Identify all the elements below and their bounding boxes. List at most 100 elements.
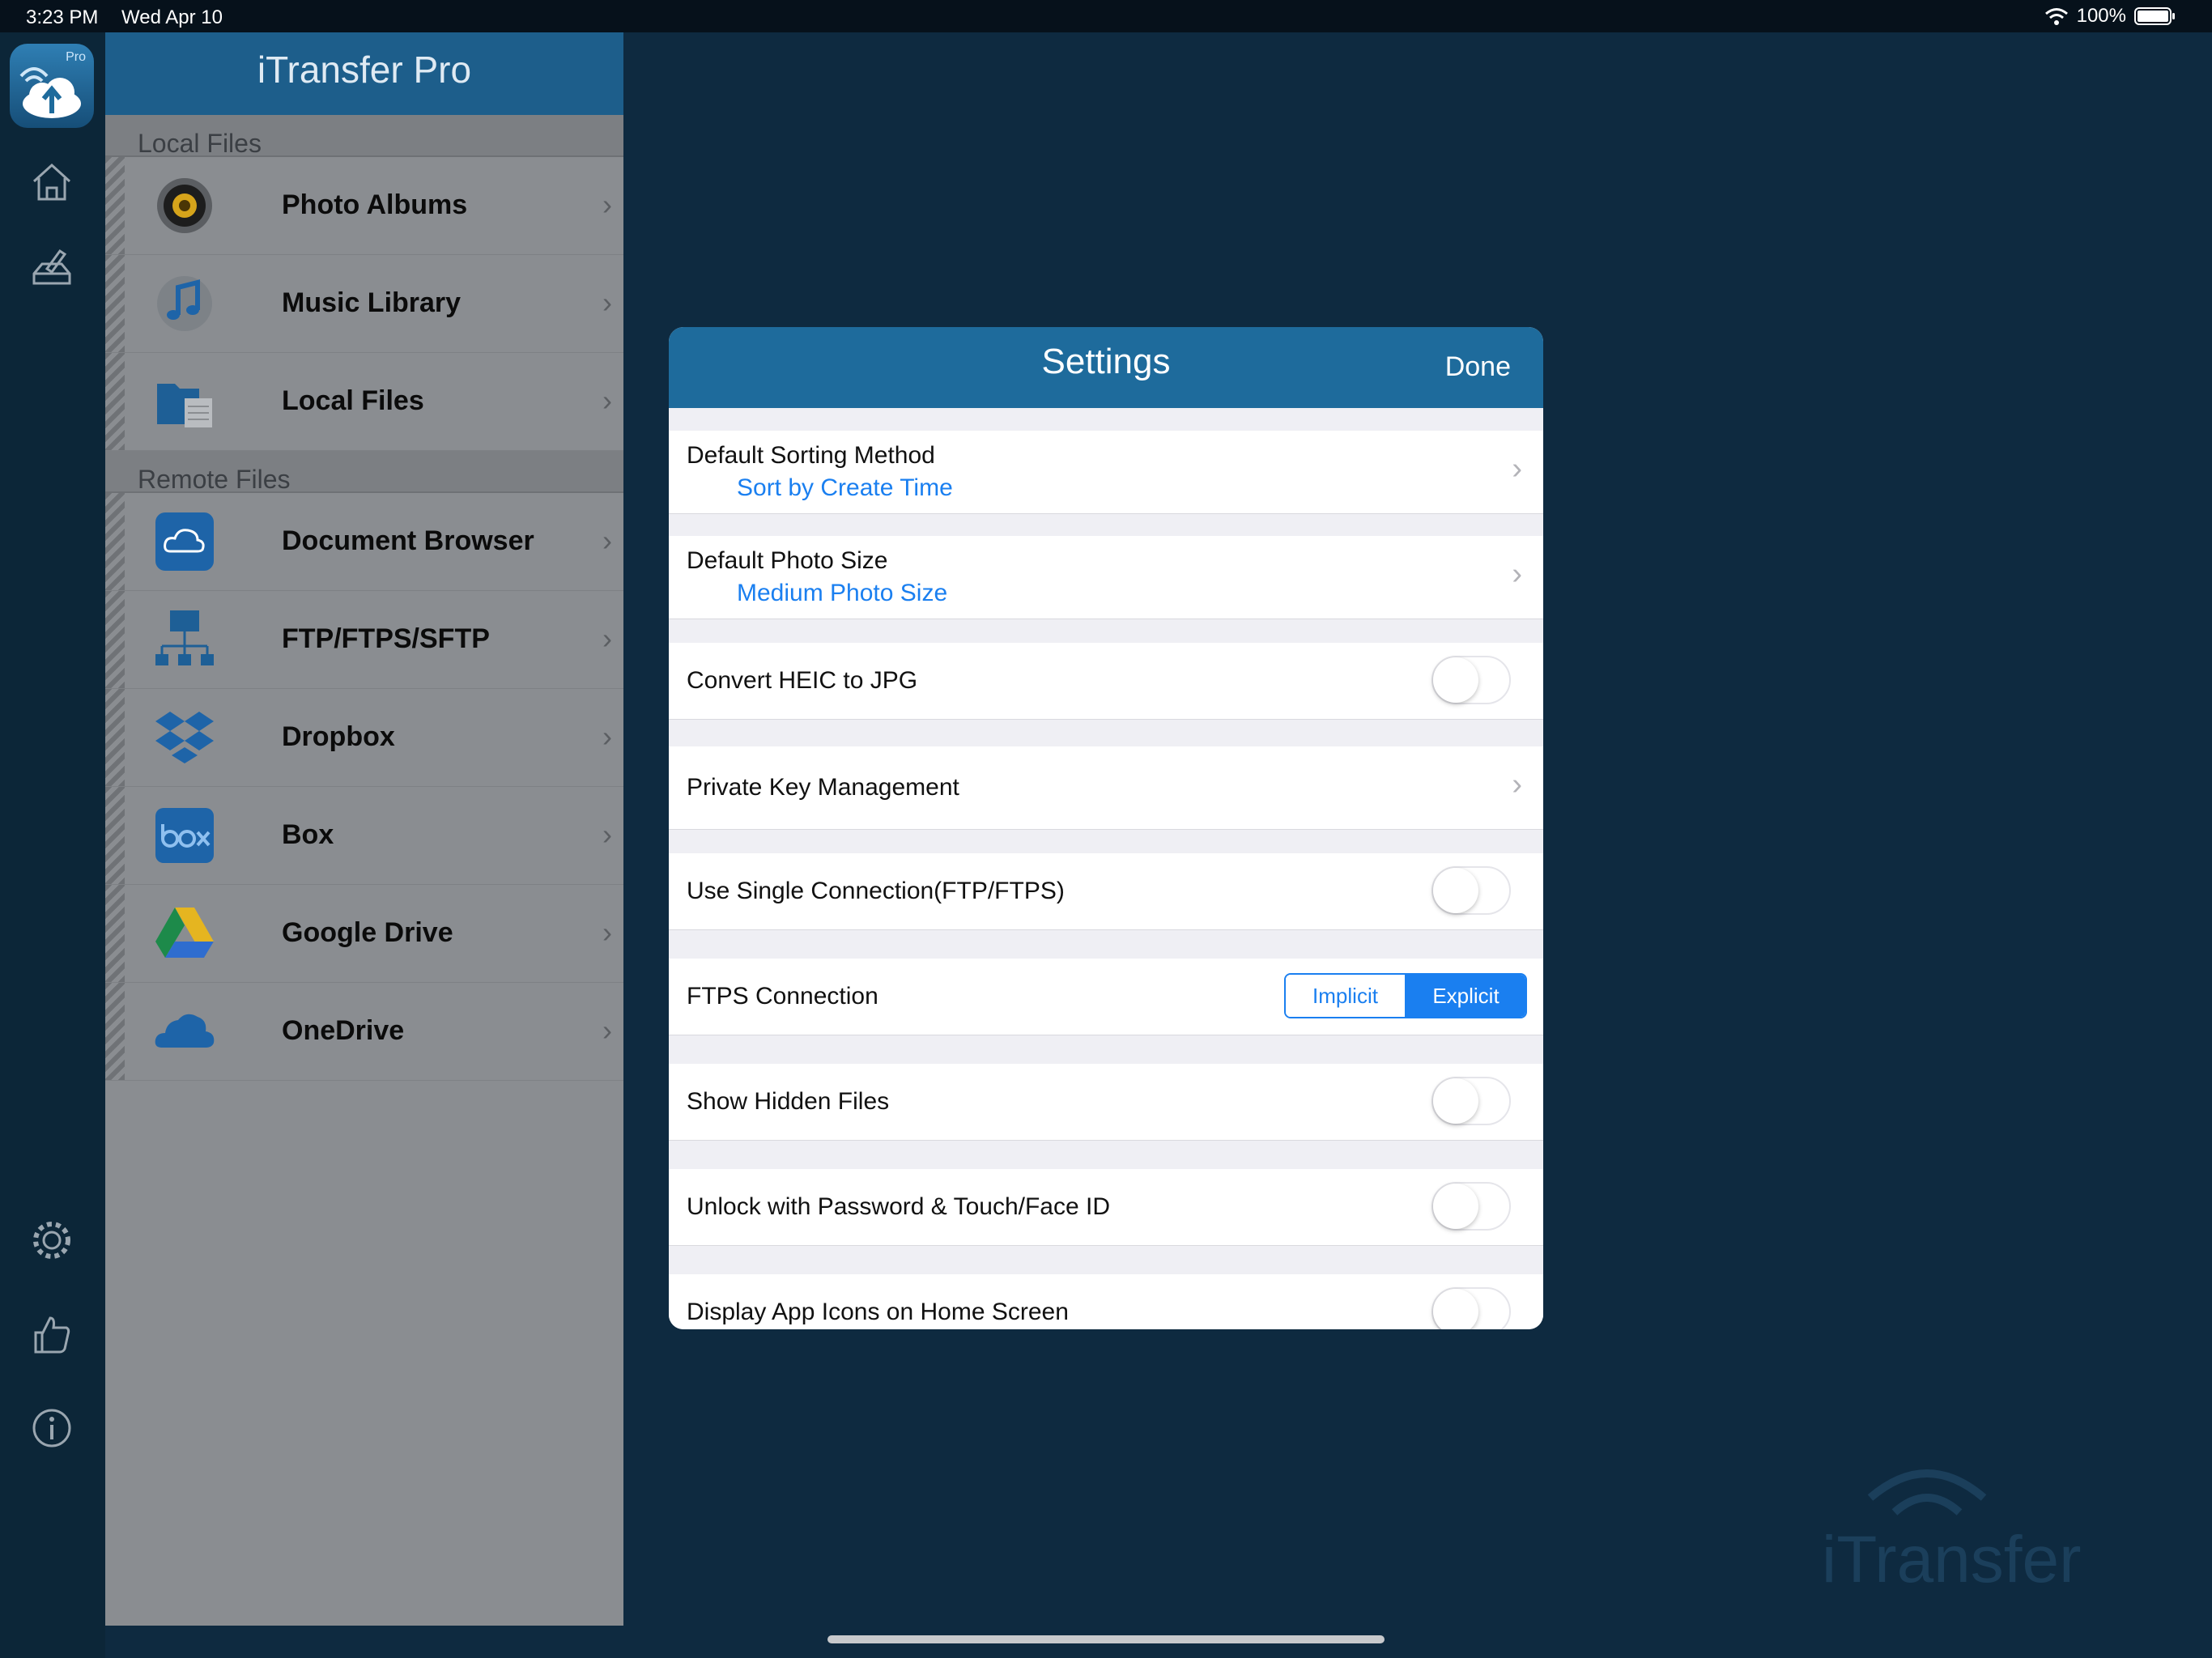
row-stripe [105,983,125,1080]
wifi-watermark-icon [1867,1469,1987,1516]
remote-files-header: Remote Files [105,451,623,494]
sidebar-item-label: Dropbox [282,721,395,752]
sidebar: iTransfer Pro Local Files Photo Albums ›… [105,32,623,1626]
sidebar-item-ftp[interactable]: FTP/FTPS/SFTP › [105,591,623,689]
thumbs-up-icon[interactable] [29,1312,74,1357]
battery-percent: 100% [2076,5,2126,27]
row-label: Default Sorting Method [687,442,935,469]
row-label: Private Key Management [687,774,959,801]
row-label: Show Hidden Files [687,1088,890,1115]
onedrive-icon [155,1014,215,1048]
settings-title: Settings [1041,342,1171,381]
settings-header: Settings Done [669,327,1543,408]
settings-modal: Settings Done Default Sorting Method Sor… [669,327,1543,1329]
document-browser-icon [155,512,214,571]
row-stripe [105,591,125,688]
home-indicator[interactable] [827,1635,1385,1643]
chevron-right-icon: › [602,622,612,655]
segment-implicit[interactable]: Implicit [1286,975,1406,1017]
row-stripe [105,255,125,352]
battery-icon [2134,7,2175,25]
status-bar: 3:23 PM Wed Apr 10 100% [0,0,2212,32]
sidebar-item-local-files[interactable]: Local Files › [105,353,623,451]
row-stripe [105,157,125,254]
row-private-key[interactable]: Private Key Management › [669,746,1543,830]
status-right: 100% [2044,5,2175,28]
watermark-text: iTransfer [1822,1523,2082,1596]
single-connection-toggle[interactable] [1431,866,1511,915]
music-library-icon [157,276,212,331]
chevron-right-icon: › [602,1014,612,1047]
row-default-sorting[interactable]: Default Sorting Method Sort by Create Ti… [669,431,1543,514]
chevron-right-icon: › [1512,767,1522,801]
chevron-right-icon: › [1512,452,1522,486]
row-value: Medium Photo Size [737,580,948,606]
row-default-photo-size[interactable]: Default Photo Size Medium Photo Size › [669,536,1543,619]
sidebar-item-label: Document Browser [282,525,534,556]
row-label: Convert HEIC to JPG [687,667,918,694]
app-logo[interactable]: Pro [10,44,94,128]
hidden-files-toggle[interactable] [1431,1077,1511,1125]
row-label: Unlock with Password & Touch/Face ID [687,1193,1110,1220]
sidebar-item-photo-albums[interactable]: Photo Albums › [105,157,623,255]
chevron-right-icon: › [602,384,612,417]
row-unlock-password: Unlock with Password & Touch/Face ID [669,1169,1543,1246]
sidebar-title: iTransfer Pro [105,32,623,115]
local-files-icon [157,384,212,427]
sidebar-item-label: Box [282,819,334,850]
sidebar-item-label: FTP/FTPS/SFTP [282,623,490,654]
row-value: Sort by Create Time [737,474,953,501]
status-time: 3:23 PM [26,6,99,28]
sidebar-item-document-browser[interactable]: Document Browser › [105,493,623,591]
row-stripe [105,689,125,786]
photo-albums-icon [157,178,212,233]
sidebar-item-dropbox[interactable]: Dropbox › [105,689,623,787]
segment-explicit[interactable]: Explicit [1406,975,1525,1017]
sidebar-item-label: Music Library [282,287,462,318]
edit-drive-icon[interactable] [29,243,74,288]
sidebar-item-label: Local Files [282,385,424,416]
left-rail: Pro [0,32,105,1658]
sidebar-item-onedrive[interactable]: OneDrive › [105,983,623,1081]
cloud-upload-icon [19,67,81,118]
chevron-right-icon: › [602,188,612,221]
row-label: Use Single Connection(FTP/FTPS) [687,878,1065,904]
home-icon[interactable] [29,159,74,204]
sidebar-item-music-library[interactable]: Music Library › [105,255,623,353]
row-stripe [105,493,125,590]
row-convert-heic: Convert HEIC to JPG [669,643,1543,720]
chevron-right-icon: › [602,286,612,319]
sidebar-item-google-drive[interactable]: Google Drive › [105,885,623,983]
watermark: iTransfer [1822,1449,2081,1598]
chevron-right-icon: › [602,916,612,949]
sidebar-item-label: OneDrive [282,1015,405,1046]
row-show-hidden-files: Show Hidden Files [669,1064,1543,1141]
done-button[interactable]: Done [1445,351,1511,383]
chevron-right-icon: › [602,524,612,557]
google-drive-icon [155,908,214,958]
chevron-right-icon: › [1512,557,1522,591]
unlock-toggle[interactable] [1431,1182,1511,1231]
heic-toggle[interactable] [1431,656,1511,704]
row-label: Default Photo Size [687,547,888,574]
row-ftps-connection: FTPS Connection Implicit Explicit [669,959,1543,1035]
row-label: FTPS Connection [687,983,878,1010]
sidebar-item-box[interactable]: Box › [105,787,623,885]
chevron-right-icon: › [602,818,612,851]
ftps-segmented-control: Implicit Explicit [1284,973,1527,1018]
settings-gear-icon[interactable] [29,1218,74,1263]
sidebar-item-label: Photo Albums [282,189,468,220]
row-stripe [105,885,125,982]
app-icons-toggle[interactable] [1431,1287,1511,1329]
wifi-icon [2044,8,2068,25]
chevron-right-icon: › [602,720,612,753]
row-display-app-icons: Display App Icons on Home Screen [669,1274,1543,1329]
status-date: Wed Apr 10 [121,6,223,28]
info-icon[interactable] [29,1405,74,1451]
row-stripe [105,353,125,450]
row-label: Display App Icons on Home Screen [687,1299,1069,1325]
dropbox-icon [155,712,214,763]
ftp-icon [155,610,214,665]
local-files-header: Local Files [105,115,623,158]
box-icon [155,808,214,863]
